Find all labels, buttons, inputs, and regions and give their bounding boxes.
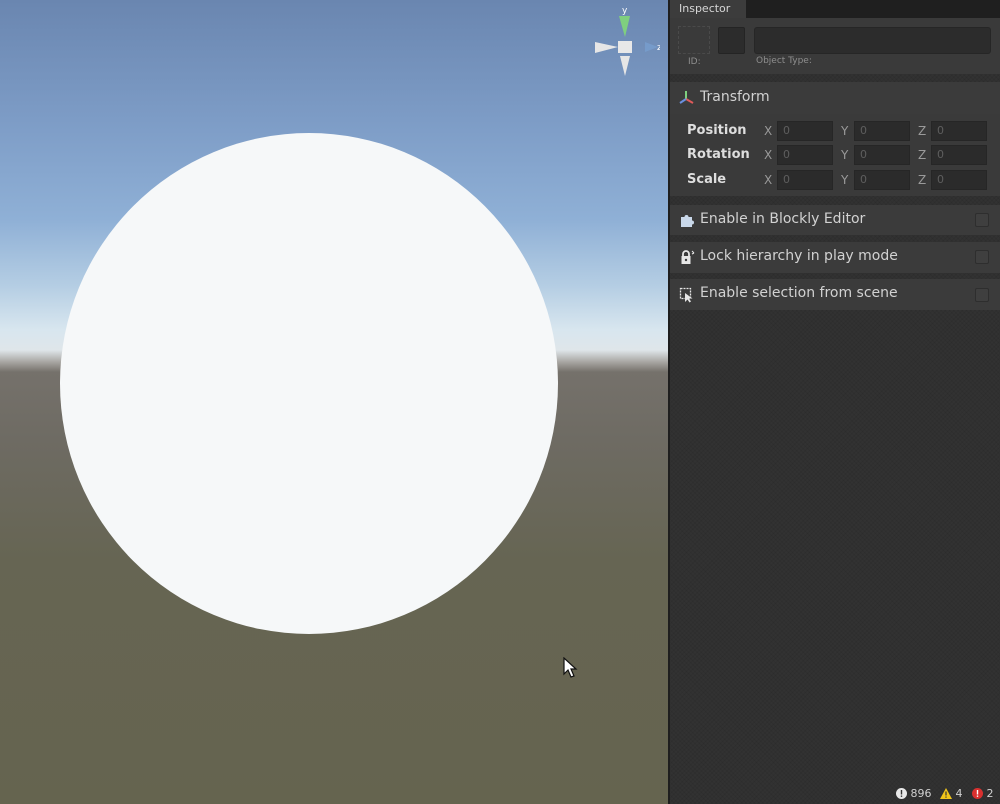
axis-y-label: Y	[841, 173, 849, 187]
gizmo-x-cone[interactable]	[595, 42, 618, 53]
gizmo-y-cone[interactable]	[619, 16, 630, 37]
option-label: Enable selection from scene	[700, 285, 898, 301]
object-color-swatch[interactable]	[718, 27, 745, 54]
gizmo-neg-y-cone[interactable]	[620, 56, 630, 76]
option-label: Lock hierarchy in play mode	[700, 248, 898, 264]
rotation-y-field[interactable]: 0	[854, 145, 910, 165]
scale-z-field[interactable]: 0	[931, 170, 987, 190]
inspector-panel: Inspector ID: Object Type: Transform Pos…	[670, 0, 1000, 804]
gizmo-center-cube[interactable]	[618, 41, 632, 53]
sphere-object[interactable]	[60, 133, 558, 634]
transform-section-header[interactable]: Transform	[670, 82, 1000, 114]
rotation-x-field[interactable]: 0	[777, 145, 833, 165]
mouse-cursor-icon	[563, 657, 578, 678]
transform-axes-icon	[679, 91, 694, 104]
rotation-label: Rotation	[687, 147, 750, 162]
gizmo-y-label: y	[622, 6, 628, 16]
error-icon	[972, 788, 983, 799]
scene-view[interactable]: y z	[0, 0, 668, 804]
axis-y-label: Y	[841, 124, 849, 138]
orientation-gizmo[interactable]: y z	[590, 4, 660, 80]
lock-hierarchy-checkbox[interactable]	[975, 250, 989, 264]
object-type-label: Object Type:	[756, 56, 812, 66]
option-label: Enable in Blockly Editor	[700, 211, 866, 227]
axis-y-label: Y	[841, 148, 849, 162]
warning-count-item[interactable]: 4	[940, 787, 963, 800]
axis-z-label: Z	[918, 148, 927, 162]
option-enable-blockly[interactable]: Enable in Blockly Editor	[670, 205, 1000, 235]
object-name-field[interactable]	[754, 27, 991, 54]
position-x-field[interactable]: 0	[777, 121, 833, 141]
position-z-field[interactable]: 0	[931, 121, 987, 141]
scale-y-field[interactable]: 0	[854, 170, 910, 190]
transform-title: Transform	[700, 89, 770, 105]
error-count-item[interactable]: 2	[972, 787, 994, 800]
puzzle-icon	[681, 215, 694, 227]
position-y-field[interactable]: 0	[854, 121, 910, 141]
rotation-z-field[interactable]: 0	[931, 145, 987, 165]
object-header: ID: Object Type:	[670, 18, 1000, 74]
axis-z-label: Z	[918, 124, 927, 138]
info-count-item[interactable]: 896	[896, 787, 932, 800]
axis-x-label: X	[764, 173, 773, 187]
blockly-checkbox[interactable]	[975, 213, 989, 227]
axis-x-label: X	[764, 124, 773, 138]
scale-label: Scale	[687, 172, 727, 187]
info-icon	[896, 788, 907, 799]
object-icon-slot[interactable]	[678, 26, 710, 54]
console-status-bar[interactable]: 896 4 2	[890, 782, 1000, 804]
gizmo-z-label: z	[657, 43, 660, 53]
transform-row-rotation: Rotation X 0 Y 0 Z 0	[670, 144, 1000, 166]
warning-count: 4	[955, 787, 963, 800]
axis-x-label: X	[764, 148, 773, 162]
select-cursor-icon	[679, 287, 693, 303]
scale-x-field[interactable]: 0	[777, 170, 833, 190]
enable-selection-checkbox[interactable]	[975, 288, 989, 302]
option-lock-hierarchy[interactable]: Lock hierarchy in play mode	[670, 242, 1000, 273]
tab-inspector[interactable]: Inspector	[670, 0, 746, 18]
option-enable-selection[interactable]: Enable selection from scene	[670, 279, 1000, 310]
inspector-tab-bar: Inspector	[670, 0, 1000, 18]
transform-row-scale: Scale X 0 Y 0 Z 0	[670, 169, 1000, 191]
id-label: ID:	[688, 57, 701, 67]
position-label: Position	[687, 123, 747, 138]
transform-fields: Position X 0 Y 0 Z 0 Rotation X 0 Y 0 Z …	[670, 114, 1000, 196]
warning-icon	[940, 788, 952, 799]
axis-z-label: Z	[918, 173, 927, 187]
error-count: 2	[986, 787, 994, 800]
lock-icon	[681, 250, 695, 264]
transform-row-position: Position X 0 Y 0 Z 0	[670, 120, 1000, 142]
info-count: 896	[910, 787, 932, 800]
